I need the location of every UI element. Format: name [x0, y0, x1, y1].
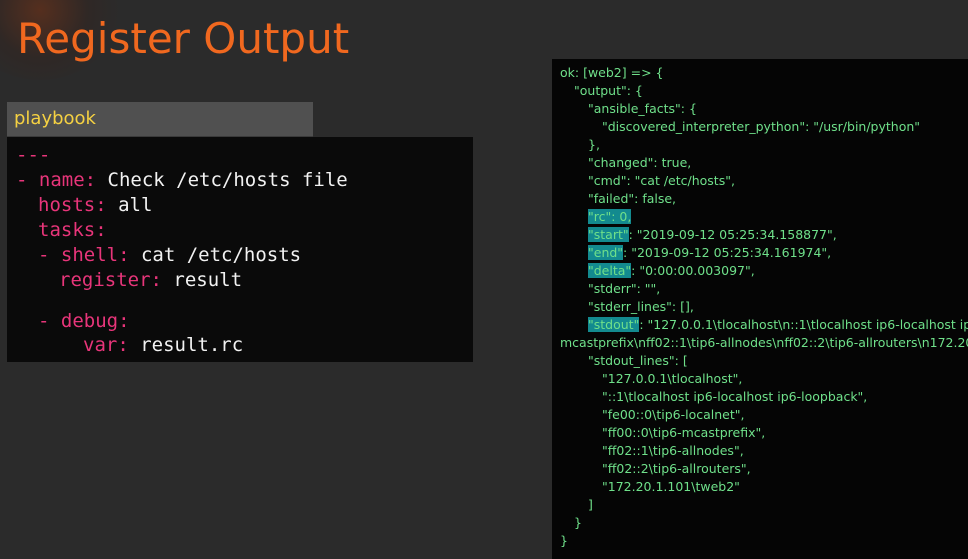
code-key-register: register: — [59, 269, 162, 291]
output-line: } — [574, 515, 582, 530]
code-line-name: - name: Check /etc/hosts file — [16, 169, 348, 191]
output-line: "127.0.0.1\tlocalhost", — [602, 371, 743, 386]
output-line: "ff02::1\tip6-allnodes", — [602, 443, 744, 458]
code-line-doc-start: --- — [16, 144, 51, 166]
output-line: } — [560, 533, 568, 548]
output-value-delta: : "0:00:00.003097", — [631, 263, 755, 278]
output-line: "ff00::0\tip6-mcastprefix", — [602, 425, 766, 440]
output-line: "output": { — [574, 83, 643, 98]
highlight-rc: "rc": 0, — [588, 209, 632, 224]
output-line-delta: "delta": "0:00:00.003097", — [588, 263, 755, 278]
code-dash: - — [38, 244, 61, 266]
output-line: "stderr_lines": [], — [588, 299, 694, 314]
code-key-debug: debug: — [60, 310, 130, 332]
code-line-shell: - shell: cat /etc/hosts — [38, 244, 301, 266]
highlight-delta: "delta" — [588, 263, 632, 278]
highlight-start: "start" — [588, 227, 629, 242]
output-line-rc: "rc": 0, — [588, 209, 632, 224]
output-value-start: : "2019-09-12 05:25:34.158877", — [628, 227, 837, 242]
code-dash: - — [38, 310, 61, 332]
code-line-register: register: result — [59, 269, 242, 291]
code-value-var: result.rc — [128, 334, 244, 356]
output-line: ] — [588, 497, 593, 512]
output-line: ok: [web2] => { — [560, 65, 664, 80]
output-line: }, — [588, 137, 600, 152]
output-line: "stderr": "", — [588, 281, 661, 296]
output-line: "discovered_interpreter_python": "/usr/b… — [602, 119, 921, 134]
code-key-shell: shell: — [60, 244, 130, 266]
code-key-var: var: — [83, 334, 129, 356]
code-dash: - — [16, 169, 39, 191]
register-output-panel: ok: [web2] => { "output": { "ansible_fac… — [552, 59, 968, 559]
playbook-label: playbook — [14, 108, 96, 129]
output-line: "stdout_lines": [ — [588, 353, 688, 368]
highlight-stdout: "stdout" — [588, 317, 640, 332]
code-key-hosts: hosts: — [38, 194, 107, 216]
code-line-tasks: tasks: — [38, 219, 107, 241]
output-line: "cmd": "cat /etc/hosts", — [588, 173, 735, 188]
slide-title: Register Output — [17, 14, 350, 63]
code-value-register: result — [161, 269, 243, 291]
code-value-hosts: all — [106, 194, 153, 216]
output-line-start: "start": "2019-09-12 05:25:34.158877", — [588, 227, 837, 242]
output-line: "changed": true, — [588, 155, 692, 170]
output-value-stdout: : "127.0.0.1\tlocalhost\n::1\tlocalhost … — [639, 317, 968, 332]
output-line-end: "end": "2019-09-12 05:25:34.161974", — [588, 245, 831, 260]
output-line: mcastprefix\nff02::1\tip6-allnodes\nff02… — [560, 335, 968, 350]
code-line-debug: - debug: — [38, 310, 130, 332]
output-line: "::1\tlocalhost ip6-localhost ip6-loopba… — [602, 389, 868, 404]
output-line: "ansible_facts": { — [588, 101, 697, 116]
output-line-stdout: "stdout": "127.0.0.1\tlocalhost\n::1\tlo… — [588, 317, 968, 332]
output-value-end: : "2019-09-12 05:25:34.161974", — [623, 245, 832, 260]
output-line: "172.20.1.101\tweb2" — [602, 479, 740, 494]
output-line: "failed": false, — [588, 191, 677, 206]
highlight-end: "end" — [588, 245, 624, 260]
code-value-name: Check /etc/hosts file — [96, 169, 348, 191]
code-value-shell: cat /etc/hosts — [129, 244, 302, 266]
code-line-var: var: result.rc — [83, 334, 243, 356]
output-line: "fe00::0\tip6-localnet", — [602, 407, 745, 422]
code-key-name: name: — [38, 169, 97, 191]
code-line-hosts: hosts: all — [38, 194, 152, 216]
playbook-code-block: --- - name: Check /etc/hosts file hosts:… — [7, 137, 473, 362]
playbook-header: playbook — [7, 102, 313, 137]
output-line: "ff02::2\tip6-allrouters", — [602, 461, 751, 476]
